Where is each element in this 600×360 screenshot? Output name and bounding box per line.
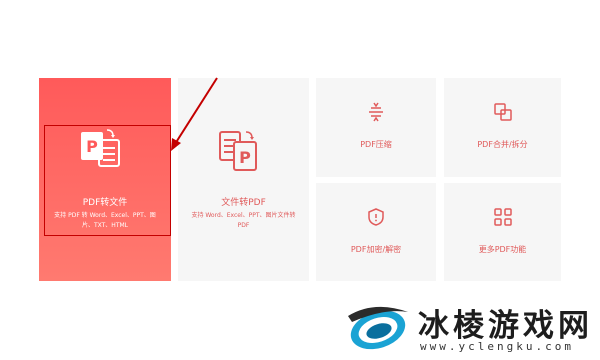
annotation-arrow [171, 77, 218, 151]
watermark-url: www.yclengku.com [420, 340, 574, 353]
pdf-compress-card[interactable]: PDF压缩 [316, 78, 436, 177]
file-to-pdf-title: 文件转PDF [221, 198, 266, 208]
pdf-encrypt-card[interactable]: PDF加密/解密 [316, 183, 436, 281]
compress-icon [369, 102, 383, 122]
pdf-encrypt-title: PDF加密/解密 [350, 245, 402, 254]
more-pdf-card[interactable]: 更多PDF功能 [444, 183, 561, 281]
watermark-title: 冰棱游戏网 [418, 308, 593, 344]
more-pdf-title: 更多PDF功能 [478, 245, 527, 254]
watermark-logo-icon [348, 306, 408, 350]
shield-icon [368, 208, 384, 226]
grid-icon [493, 208, 512, 226]
merge-split-icon [493, 103, 512, 121]
pdf-merge-split-title: PDF合并/拆分 [477, 140, 528, 149]
annotation-box [44, 125, 171, 236]
file-to-pdf-desc: 支持 Word、Excel、PPT、图片文件转 PDF [191, 212, 296, 229]
pdf-merge-split-card[interactable]: PDF合并/拆分 [444, 78, 561, 177]
pdf-compress-title: PDF压缩 [360, 140, 392, 149]
svg-text:P: P [239, 148, 251, 167]
